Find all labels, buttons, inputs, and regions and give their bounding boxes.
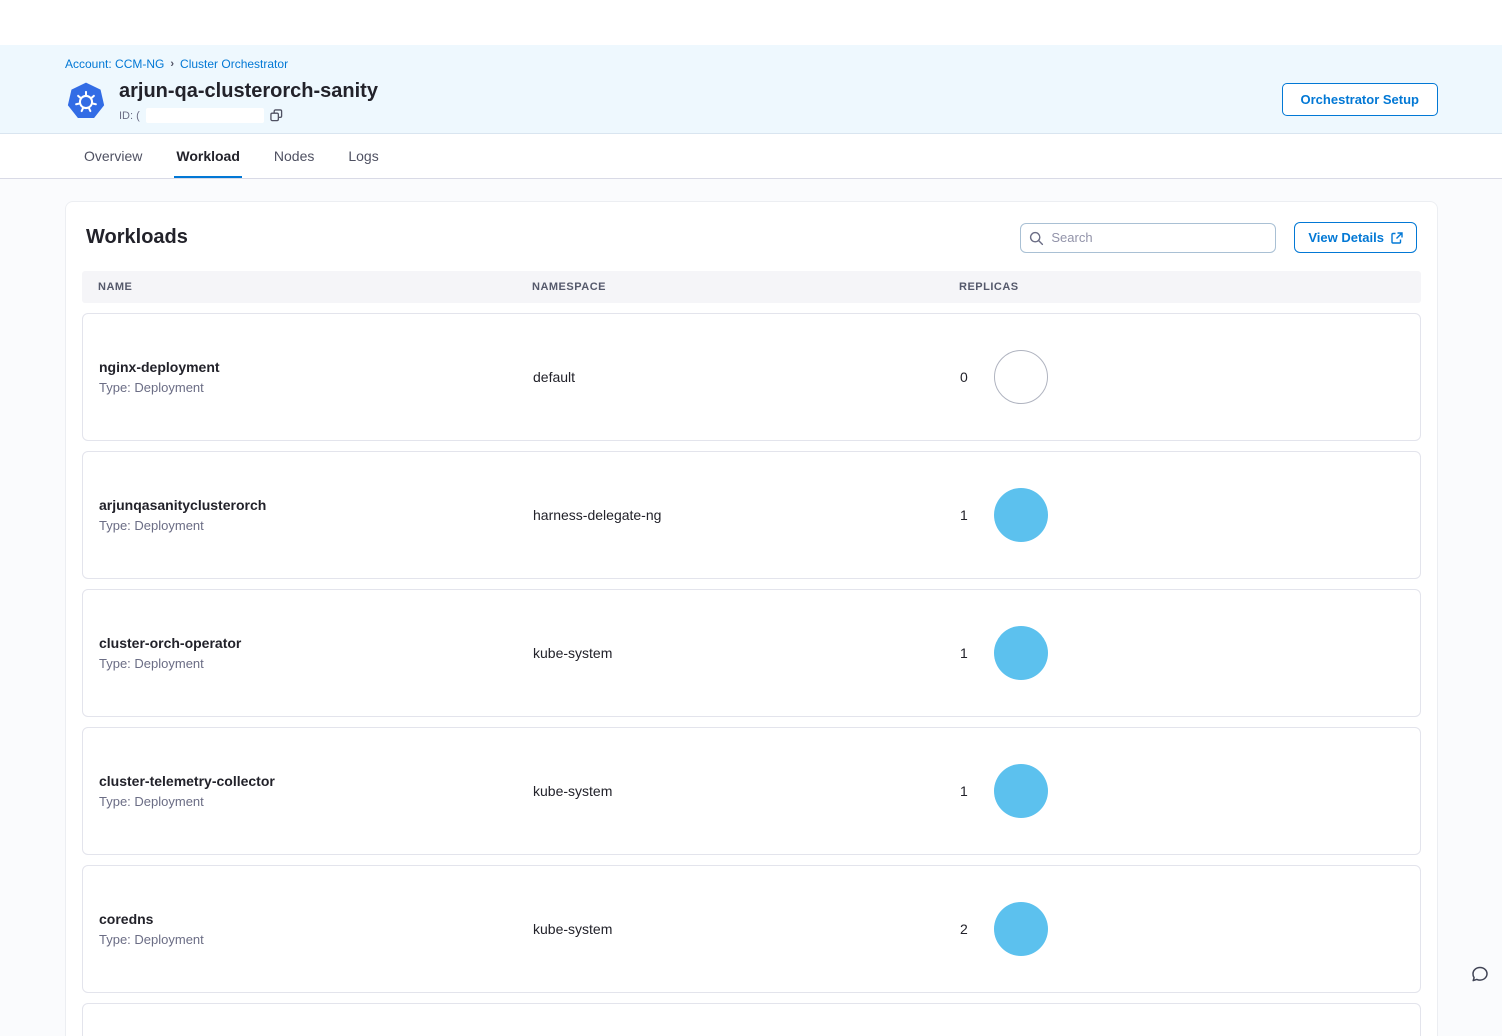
- workload-name: arjunqasanityclusterorch: [99, 497, 533, 513]
- replica-count: 1: [960, 645, 970, 661]
- table-row[interactable]: nginx-deployment Type: Deployment defaul…: [82, 313, 1421, 441]
- view-details-label: View Details: [1308, 230, 1384, 245]
- orchestrator-setup-button[interactable]: Orchestrator Setup: [1282, 83, 1438, 116]
- replica-status-circle: [994, 902, 1048, 956]
- cluster-id-label: ID: (: [119, 110, 140, 122]
- replica-status-circle: [994, 350, 1048, 404]
- tab-nodes[interactable]: Nodes: [272, 134, 316, 178]
- tab-workload[interactable]: Workload: [174, 134, 242, 178]
- replica-status-circle: [994, 626, 1048, 680]
- tab-logs[interactable]: Logs: [346, 134, 380, 178]
- workload-namespace: kube-system: [533, 783, 960, 799]
- replica-status-circle: [994, 764, 1048, 818]
- workloads-title: Workloads: [86, 226, 188, 249]
- workload-name-cell: cluster-orch-operator Type: Deployment: [99, 635, 533, 671]
- column-header-replicas: REPLICAS: [959, 281, 1405, 293]
- replicas-cell: 1: [960, 764, 1404, 818]
- workload-name-cell: coredns Type: Deployment: [99, 911, 533, 947]
- replicas-cell: 0: [960, 350, 1404, 404]
- table-row[interactable]: cluster-orch-operator Type: Deployment k…: [82, 589, 1421, 717]
- external-link-icon: [1391, 232, 1403, 244]
- workload-rows: nginx-deployment Type: Deployment defaul…: [82, 313, 1421, 993]
- top-whitespace: [0, 0, 1502, 45]
- workload-name-cell: cluster-telemetry-collector Type: Deploy…: [99, 773, 533, 809]
- workload-namespace: harness-delegate-ng: [533, 507, 960, 523]
- workload-type: Type: Deployment: [99, 932, 533, 947]
- cluster-id-redacted: [146, 108, 264, 123]
- search-box: [1020, 223, 1276, 253]
- breadcrumb: Account: CCM-NG › Cluster Orchestrator: [65, 57, 1438, 71]
- workload-name: cluster-telemetry-collector: [99, 773, 533, 789]
- workload-type: Type: Deployment: [99, 794, 533, 809]
- workload-namespace: kube-system: [533, 921, 960, 937]
- replica-count: 2: [960, 921, 970, 937]
- column-header-name: NAME: [98, 281, 532, 293]
- table-row[interactable]: coredns Type: Deployment kube-system 2: [82, 865, 1421, 993]
- replica-status-circle: [994, 488, 1048, 542]
- workload-namespace: default: [533, 369, 960, 385]
- workload-type: Type: Deployment: [99, 518, 533, 533]
- replica-count: 0: [960, 369, 970, 385]
- workload-namespace: kube-system: [533, 645, 960, 661]
- workload-type: Type: Deployment: [99, 656, 533, 671]
- chat-bubble-icon[interactable]: [1470, 965, 1490, 985]
- workload-name-cell: nginx-deployment Type: Deployment: [99, 359, 533, 395]
- workload-type: Type: Deployment: [99, 380, 533, 395]
- table-header: NAME NAMESPACE REPLICAS: [82, 271, 1421, 303]
- replicas-cell: 1: [960, 488, 1404, 542]
- workload-name-cell: arjunqasanityclusterorch Type: Deploymen…: [99, 497, 533, 533]
- column-header-namespace: NAMESPACE: [532, 281, 959, 293]
- replica-count: 1: [960, 507, 970, 523]
- workloads-card: Workloads View Details: [65, 201, 1438, 1036]
- kubernetes-logo-icon: [65, 81, 107, 123]
- replicas-cell: 2: [960, 902, 1404, 956]
- breadcrumb-section-link[interactable]: Cluster Orchestrator: [180, 57, 288, 71]
- workload-name: nginx-deployment: [99, 359, 533, 375]
- cluster-header: Account: CCM-NG › Cluster Orchestrator a…: [0, 45, 1502, 134]
- main-content: Workloads View Details: [0, 179, 1502, 1036]
- search-input[interactable]: [1020, 223, 1276, 253]
- breadcrumb-account-link[interactable]: Account: CCM-NG: [65, 57, 164, 71]
- table-row[interactable]: cluster-telemetry-collector Type: Deploy…: [82, 727, 1421, 855]
- search-icon: [1029, 231, 1044, 246]
- workload-name: cluster-orch-operator: [99, 635, 533, 651]
- replicas-cell: 1: [960, 626, 1404, 680]
- breadcrumb-chevron-icon: ›: [170, 58, 174, 70]
- workload-name: coredns: [99, 911, 533, 927]
- table-row[interactable]: arjunqasanityclusterorch Type: Deploymen…: [82, 451, 1421, 579]
- replica-count: 1: [960, 783, 970, 799]
- page-title: arjun-qa-clusterorch-sanity: [119, 79, 1282, 103]
- copy-icon[interactable]: [270, 109, 283, 122]
- tab-bar: Overview Workload Nodes Logs: [0, 134, 1502, 179]
- table-row-partial[interactable]: [82, 1003, 1421, 1036]
- tab-overview[interactable]: Overview: [82, 134, 144, 178]
- view-details-button[interactable]: View Details: [1294, 222, 1417, 253]
